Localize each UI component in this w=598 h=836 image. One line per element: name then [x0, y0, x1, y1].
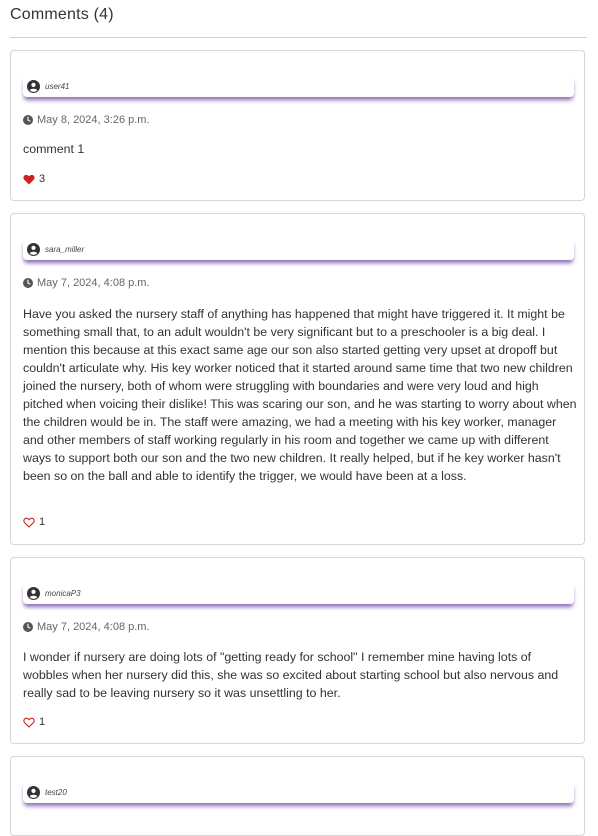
comment-body: comment 1 — [23, 142, 85, 156]
user-avatar-icon — [27, 79, 40, 93]
user-avatar-icon — [27, 785, 40, 799]
comment-timestamp-text: May 7, 2024, 4:08 p.m. — [37, 621, 150, 633]
like-count: 1 — [39, 516, 46, 528]
like-count: 1 — [39, 716, 46, 728]
like-button[interactable]: 1 — [23, 716, 45, 728]
comment-username[interactable]: sara_miller — [45, 245, 84, 254]
comment-card: sara_miller May 7, 2024, 4:08 p.m. Have … — [10, 213, 585, 545]
like-button[interactable]: 1 — [23, 516, 45, 528]
comment-username[interactable]: user41 — [45, 82, 69, 91]
user-avatar-icon — [27, 586, 40, 600]
comment-card: monicaP3 May 7, 2024, 4:08 p.m. I wonder… — [10, 557, 585, 744]
heart-outline-icon[interactable] — [23, 717, 35, 728]
comment-timestamp: May 7, 2024, 4:08 p.m. — [23, 277, 150, 289]
comment-author[interactable]: sara_miller — [23, 238, 574, 260]
comment-card: user41 May 8, 2024, 3:26 p.m. comment 1 … — [10, 50, 585, 201]
comment-body: I wonder if nursery are doing lots of "g… — [23, 650, 559, 700]
comment-author[interactable]: monicaP3 — [23, 582, 574, 604]
comment-timestamp-text: May 7, 2024, 4:08 p.m. — [37, 277, 150, 289]
heart-outline-icon[interactable] — [23, 517, 35, 528]
clock-icon — [23, 115, 33, 125]
comment-body: Have you asked the nursery staff of anyt… — [23, 307, 577, 483]
user-avatar-icon — [27, 242, 40, 256]
comment-username[interactable]: test20 — [45, 788, 67, 797]
comment-timestamp: May 8, 2024, 3:26 p.m. — [23, 114, 150, 126]
comment-author[interactable]: test20 — [23, 781, 574, 803]
header-divider — [10, 37, 587, 38]
comment-timestamp: May 7, 2024, 4:08 p.m. — [23, 621, 150, 633]
clock-icon — [23, 278, 33, 288]
heart-filled-icon[interactable] — [23, 174, 35, 185]
comment-timestamp-text: May 8, 2024, 3:26 p.m. — [37, 114, 150, 126]
comment-username[interactable]: monicaP3 — [45, 589, 81, 598]
like-button[interactable]: 3 — [23, 173, 45, 185]
comment-author[interactable]: user41 — [23, 75, 574, 97]
clock-icon — [23, 622, 33, 632]
comment-card: test20 — [10, 756, 585, 836]
comments-header: Comments (4) — [10, 6, 114, 23]
like-count: 3 — [39, 173, 46, 185]
